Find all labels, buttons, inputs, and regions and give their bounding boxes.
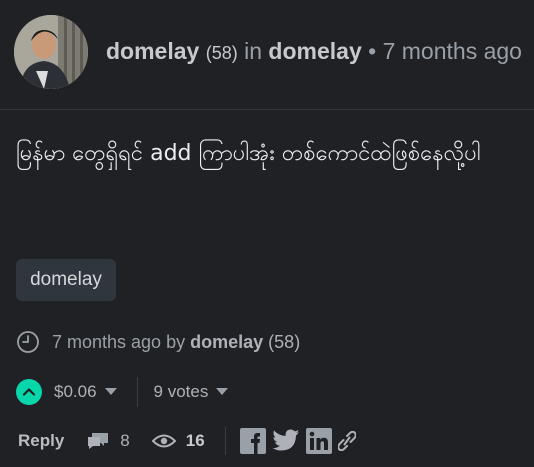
payout-dropdown[interactable]: $0.06: [54, 382, 117, 402]
views-number: 16: [185, 431, 205, 450]
community-link[interactable]: domelay: [268, 38, 361, 64]
post-header: domelay (58) in domelay • 7 months ago: [106, 38, 522, 65]
payout-value: $0.06: [54, 382, 97, 401]
comments-count-link[interactable]: 8: [86, 431, 130, 451]
vote-row: $0.06 9 votes: [16, 377, 229, 407]
chevron-down-icon: [216, 387, 229, 395]
author-avatar[interactable]: [14, 15, 88, 89]
comments-count: 8: [120, 431, 130, 450]
post-meta: 7 months ago by domelay (58): [16, 330, 300, 354]
in-label: in: [244, 38, 263, 64]
chevron-down-icon: [104, 387, 117, 395]
meta-time[interactable]: 7 months ago: [52, 332, 161, 353]
post-footer: Reply 8 16: [18, 427, 356, 455]
eye-icon: [151, 434, 176, 448]
post-timestamp[interactable]: 7 months ago: [383, 38, 522, 64]
upvote-button[interactable]: [16, 379, 42, 405]
avatar-image: [14, 15, 88, 89]
share-links: [239, 428, 356, 454]
vote-divider: [136, 377, 138, 407]
clock-icon: [17, 331, 39, 353]
tag-chip[interactable]: domelay: [16, 259, 116, 301]
meta-author-link[interactable]: domelay: [190, 332, 263, 353]
author-reputation: (58): [205, 43, 238, 63]
comments-icon: [88, 433, 109, 449]
facebook-icon[interactable]: [239, 428, 266, 454]
upvote-chevron-icon: [22, 388, 36, 396]
meta-reputation: (58): [268, 331, 301, 352]
link-icon[interactable]: [337, 431, 356, 451]
header-divider: [0, 109, 534, 110]
post-body: မြန်မာ တွေရှိရင် add ကြာပါအုံး တစ်ကောင်ထ…: [16, 141, 481, 166]
footer-divider: [224, 427, 226, 455]
reply-button[interactable]: Reply: [18, 431, 64, 451]
author-name-link[interactable]: domelay: [106, 38, 199, 64]
twitter-icon[interactable]: [272, 429, 300, 453]
votes-count: 9 votes: [153, 382, 209, 401]
views-count: 16: [151, 431, 205, 451]
meta-by-label: by: [166, 331, 186, 352]
header-bullet: •: [368, 38, 377, 64]
linkedin-icon[interactable]: [305, 428, 332, 454]
votes-dropdown[interactable]: 9 votes: [154, 382, 229, 402]
